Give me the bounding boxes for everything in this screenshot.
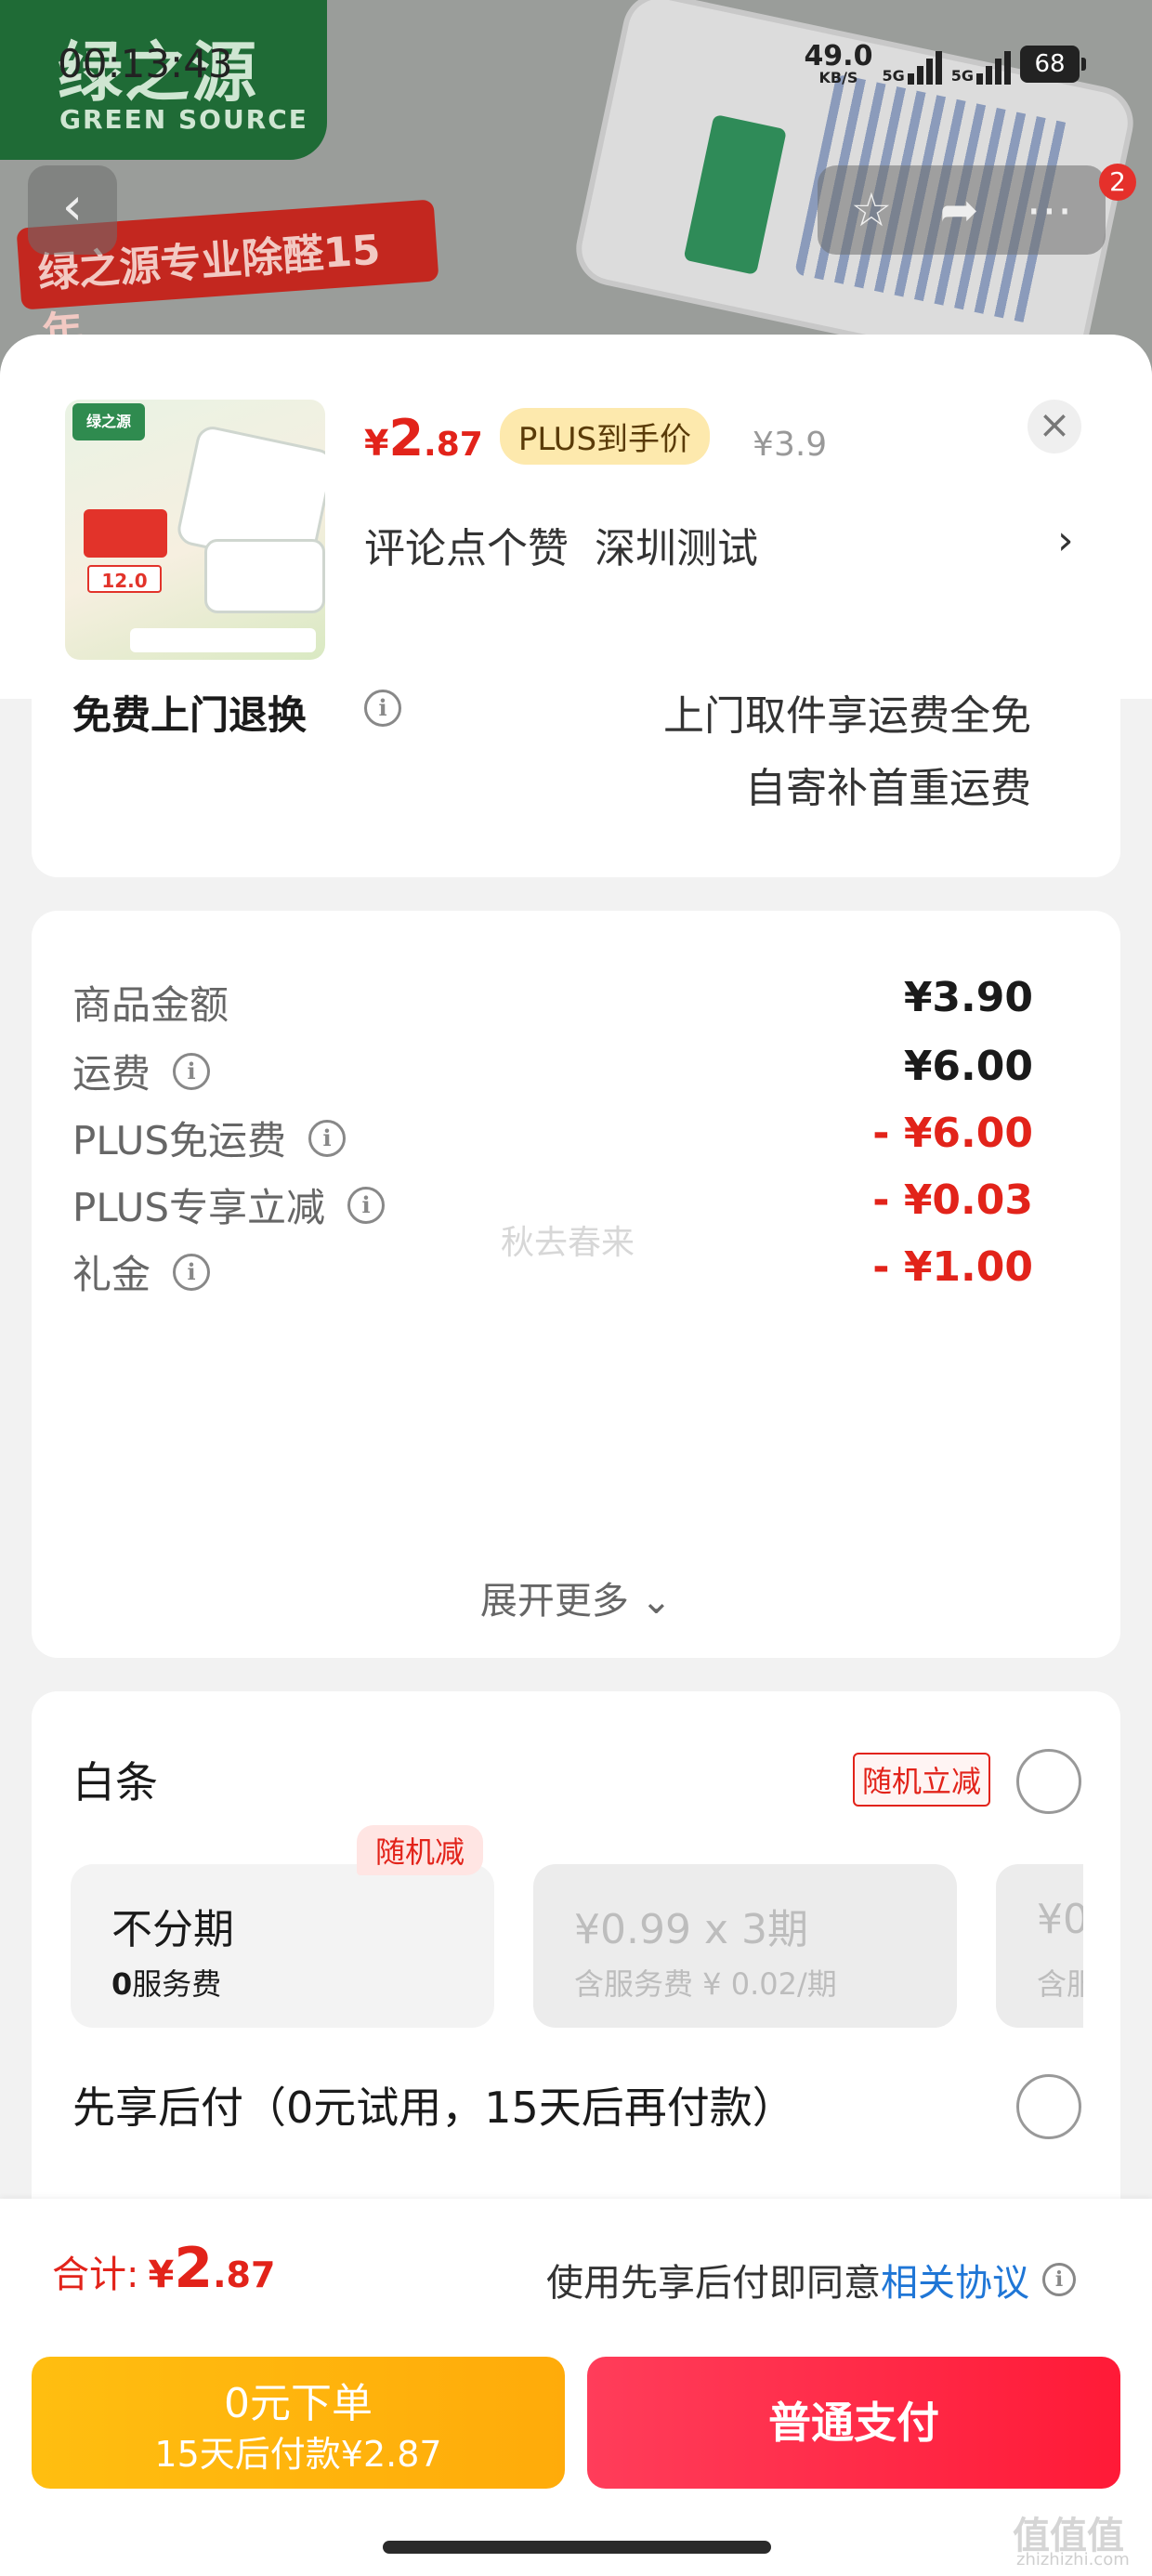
- return-service-line1: 上门取件享运费全免: [663, 692, 1031, 740]
- status-icons: 49.0 KB/S 5G 5G 68: [804, 40, 1086, 86]
- installment-options: 不分期 0服务费 ¥0.99 x 3期 含服务费 ¥ 0.02/期 ¥0 含服: [71, 1864, 1083, 2031]
- cost-row-shipping: 运费 i ¥6.00: [72, 1043, 1033, 1097]
- return-service-card: 免费上门退换 i 上门取件享运费全免 自寄补首重运费: [32, 662, 1120, 877]
- star-icon[interactable]: ☆: [851, 183, 893, 237]
- baitiao-label: 白条: [72, 1757, 158, 1807]
- status-time: 00:13:43: [58, 41, 233, 86]
- chevron-down-icon: ⌄: [640, 1580, 673, 1623]
- selected-spec[interactable]: 评论点个赞 深圳测试: [364, 515, 758, 574]
- back-button[interactable]: ‹: [28, 165, 117, 255]
- info-icon[interactable]: i: [173, 1253, 211, 1291]
- installment-option-3[interactable]: ¥0.99 x 3期 含服务费 ¥ 0.02/期: [533, 1864, 957, 2028]
- info-icon[interactable]: i: [173, 1052, 211, 1090]
- home-indicator[interactable]: [383, 2541, 771, 2554]
- cost-row-goods: 商品金额 ¥3.90: [72, 974, 1033, 1028]
- brand-logo-en: GREEN SOURCE: [59, 104, 308, 135]
- expand-more-button[interactable]: 展开更多 ⌄: [32, 1571, 1120, 1624]
- final-price: ¥2.87: [364, 409, 483, 467]
- site-url: zhizhizhi.com: [1016, 2550, 1130, 2569]
- baitiao-radio[interactable]: [1016, 1749, 1081, 1814]
- return-service-line2: 自寄补首重运费: [745, 765, 1031, 812]
- signal-icon: 5G: [951, 44, 1011, 85]
- battery-icon: 68: [1020, 46, 1086, 83]
- original-price: ¥3.9: [753, 426, 828, 464]
- plus-price-tag: PLUS到手价: [499, 408, 711, 465]
- signal-icon: 5G: [882, 44, 942, 85]
- pay-later-label: 先享后付（0元试用，15天后再付款）: [72, 2083, 795, 2133]
- normal-pay-button[interactable]: 普通支付: [587, 2357, 1120, 2489]
- nav-actions: ☆ ➦ ⋯: [818, 165, 1106, 255]
- pay-later-radio[interactable]: [1016, 2074, 1081, 2139]
- chevron-right-icon[interactable]: ›: [1057, 517, 1074, 564]
- zero-yuan-order-button[interactable]: 0元下单 15天后付款¥2.87: [32, 2357, 565, 2489]
- agreement-text: 使用先享后付即同意 相关协议 i: [546, 2253, 1076, 2307]
- price-row: ¥2.87 PLUS到手价 ¥3.9: [364, 408, 828, 470]
- agreement-link[interactable]: 相关协议: [881, 2253, 1029, 2307]
- product-thumbnail[interactable]: 绿之源 12.0: [65, 400, 325, 660]
- checkout-bottom-bar: 合计: ¥ 2 .87 使用先享后付即同意 相关协议 i 0元下单 15天后付款¥2…: [0, 2199, 1152, 2576]
- info-icon[interactable]: i: [1042, 2263, 1076, 2296]
- notification-badge: 2: [1099, 164, 1136, 201]
- return-service-title: 免费上门退换: [72, 692, 308, 738]
- cost-row-plus-free-shipping: PLUS免运费 i - ¥6.00: [72, 1110, 1033, 1163]
- price-breakdown-card: 商品金额 ¥3.90 运费 i ¥6.00 PLUS免运费 i - ¥6.00 PL…: [32, 911, 1120, 1658]
- info-icon[interactable]: i: [364, 690, 401, 727]
- random-discount-tag: 随机立减: [853, 1753, 991, 1807]
- random-reduce-badge: 随机减: [357, 1825, 484, 1875]
- info-icon[interactable]: i: [308, 1119, 347, 1157]
- order-total: 合计: ¥ 2 .87: [52, 2236, 276, 2301]
- close-button[interactable]: ×: [1028, 400, 1081, 453]
- installment-option-more[interactable]: ¥0 含服: [996, 1864, 1083, 2028]
- installment-option-none[interactable]: 不分期 0服务费: [71, 1864, 494, 2028]
- share-icon[interactable]: ➦: [939, 183, 978, 237]
- info-icon[interactable]: i: [347, 1186, 386, 1224]
- watermark: 秋去春来: [501, 1224, 635, 1262]
- network-speed: 49.0 KB/S: [804, 40, 873, 86]
- product-summary: 绿之源 12.0 ¥2.87 PLUS到手价 ¥3.9 × 评论点个赞 深圳测试…: [0, 335, 1152, 699]
- more-icon[interactable]: ⋯: [1026, 183, 1072, 237]
